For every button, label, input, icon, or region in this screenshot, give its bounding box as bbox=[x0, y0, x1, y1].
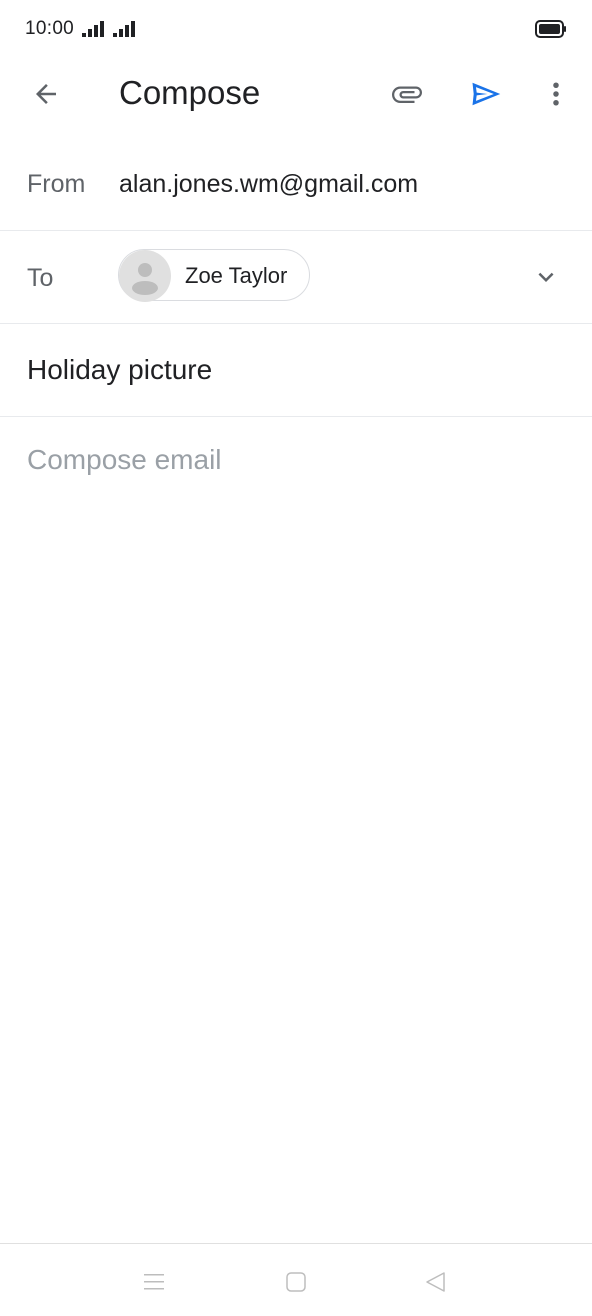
recipient-name: Zoe Taylor bbox=[185, 263, 288, 288]
status-bar: 10:00 bbox=[0, 0, 592, 60]
page-title: Compose bbox=[119, 74, 261, 111]
chevron-down-icon bbox=[538, 272, 554, 282]
status-time: 10:00 bbox=[25, 18, 75, 39]
nav-back-button[interactable] bbox=[418, 1264, 454, 1300]
person-placeholder-icon bbox=[119, 250, 171, 302]
home-square-icon bbox=[286, 1272, 306, 1292]
compose-body-field[interactable]: Compose email bbox=[27, 444, 567, 476]
to-label: To bbox=[27, 264, 54, 292]
signal-strength-icon bbox=[113, 21, 135, 37]
expand-recipients-button[interactable] bbox=[522, 253, 570, 301]
more-vertical-icon bbox=[553, 82, 559, 106]
menu-icon bbox=[144, 1274, 164, 1290]
from-label: From bbox=[27, 170, 86, 198]
recipient-chip[interactable]: Zoe Taylor bbox=[118, 249, 310, 302]
back-button[interactable] bbox=[22, 70, 70, 118]
arrow-back-icon bbox=[36, 84, 56, 104]
from-address[interactable]: alan.jones.wm@gmail.com bbox=[119, 170, 418, 199]
nav-home-button[interactable] bbox=[278, 1264, 314, 1300]
battery-icon bbox=[535, 20, 566, 38]
system-nav-bar bbox=[0, 1243, 592, 1316]
to-row[interactable]: To Zoe Taylor bbox=[0, 231, 592, 324]
attach-button[interactable] bbox=[383, 70, 431, 118]
app-bar: Compose bbox=[0, 60, 592, 126]
back-triangle-icon bbox=[426, 1272, 445, 1292]
send-button[interactable] bbox=[462, 70, 510, 118]
paperclip-icon bbox=[392, 86, 422, 103]
more-options-button[interactable] bbox=[532, 70, 580, 118]
send-icon bbox=[472, 82, 501, 106]
from-row[interactable]: From alan.jones.wm@gmail.com bbox=[0, 140, 592, 231]
signal-strength-icon bbox=[82, 21, 104, 37]
subject-field[interactable]: Holiday picture bbox=[27, 354, 212, 386]
nav-menu-button[interactable] bbox=[136, 1264, 172, 1300]
subject-row[interactable]: Holiday picture bbox=[0, 324, 592, 417]
